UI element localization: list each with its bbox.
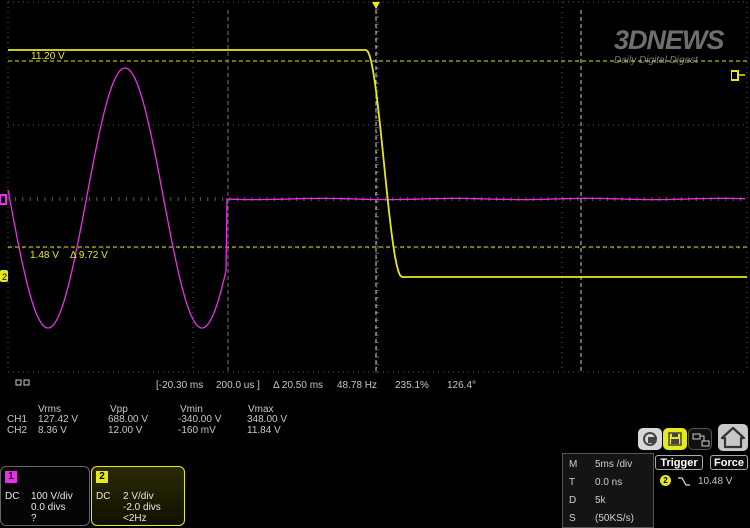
meas-ch2-vrms: 8.36 V bbox=[38, 425, 67, 436]
settings-icon bbox=[692, 433, 710, 447]
channel-1-scale: 100 V/div bbox=[31, 491, 73, 502]
channel-2-freq: <2Hz bbox=[123, 513, 147, 524]
acquire-mode-icon bbox=[15, 379, 30, 386]
trigger-button[interactable]: Trigger bbox=[655, 455, 703, 470]
channel-1-freq: ? bbox=[31, 513, 37, 524]
channel-2-number: 2 bbox=[96, 471, 108, 483]
meas-ch2-vmin: -160 mV bbox=[178, 425, 216, 436]
meas-ch1-vmin: -340.00 V bbox=[178, 414, 222, 425]
settings-button[interactable] bbox=[688, 428, 712, 450]
meas-ch1-vpp: 688.00 V bbox=[108, 414, 149, 425]
channel-1-number: 1 bbox=[5, 471, 17, 483]
readout-dt: Δ 20.50 ms bbox=[273, 380, 324, 391]
trigger-panel: Trigger Force 2 10.48 V bbox=[655, 453, 750, 528]
readout-phase: 126.4° bbox=[447, 380, 477, 391]
cursor-level-top: 11.20 V bbox=[31, 51, 65, 62]
readout-t2: 200.0 us ] bbox=[216, 380, 260, 391]
ch2-ground-marker: 2 bbox=[0, 270, 8, 282]
trigger-level-marker bbox=[731, 70, 745, 81]
cursor-delta-v: Δ 9.72 V bbox=[70, 250, 108, 261]
meas-ch1-vmax: 348.00 V bbox=[247, 414, 288, 425]
channel-1-coupling: DC bbox=[5, 491, 20, 502]
timebase-row-t: T 0.0 ns bbox=[569, 477, 623, 488]
timebase-row-m: M 5ms /div bbox=[569, 459, 633, 470]
timebase-row-d: D 5k bbox=[569, 495, 606, 506]
channel-1-offset: 0.0 divs bbox=[31, 502, 66, 513]
trigger-level: 10.48 V bbox=[698, 476, 733, 487]
save-button[interactable] bbox=[663, 428, 687, 450]
logo-tagline: Daily Digital Digest bbox=[614, 55, 698, 66]
force-button[interactable]: Force bbox=[710, 455, 748, 470]
meas-ch1-vrms: 127.42 V bbox=[38, 414, 79, 425]
trigger-source-badge: 2 bbox=[660, 475, 671, 486]
meas-ch2-vmax: 11.84 V bbox=[247, 425, 281, 436]
timebase-panel[interactable]: M 5ms /div T 0.0 ns D 5k S (50KS/s) bbox=[562, 453, 654, 528]
trigger-position-marker bbox=[372, 2, 380, 9]
channel-2-panel[interactable]: 2 DC 2 V/div -2.0 divs <2Hz bbox=[91, 466, 185, 526]
channel-2-offset: -2.0 divs bbox=[123, 502, 161, 513]
timebase-row-s: S (50KS/s) bbox=[569, 513, 634, 524]
oscilloscope-screen: 2 3DNEWS Daily Digital Digest 11.20 V 1.… bbox=[0, 0, 750, 528]
falling-edge-icon bbox=[678, 477, 690, 486]
ch1-ground-marker bbox=[0, 194, 7, 205]
channel-1-panel[interactable]: 1 DC 100 V/div 0.0 divs ? bbox=[0, 466, 90, 526]
save-icon bbox=[668, 432, 682, 446]
channel-2-coupling: DC bbox=[96, 491, 111, 502]
logo: 3DNEWS Daily Digital Digest bbox=[612, 25, 747, 70]
meas-ch1-label: CH1 bbox=[7, 414, 28, 425]
meas-ch2-label: CH2 bbox=[7, 425, 28, 436]
home-button[interactable] bbox=[718, 424, 748, 451]
logo-brand: 3DNEWS bbox=[614, 25, 725, 55]
readout-freq: 48.78 Hz bbox=[337, 380, 378, 391]
print-button[interactable] bbox=[638, 428, 662, 450]
channel-2-scale: 2 V/div bbox=[123, 491, 154, 502]
cursor-level-bottom: 1.48 V bbox=[30, 250, 59, 261]
home-icon bbox=[720, 426, 746, 449]
readout-pct: 235.1% bbox=[395, 380, 429, 391]
svg-text:2: 2 bbox=[2, 272, 7, 282]
print-icon bbox=[643, 432, 657, 446]
meas-ch2-vpp: 12.00 V bbox=[108, 425, 143, 436]
readout-t1: [-20.30 ms bbox=[156, 380, 204, 391]
